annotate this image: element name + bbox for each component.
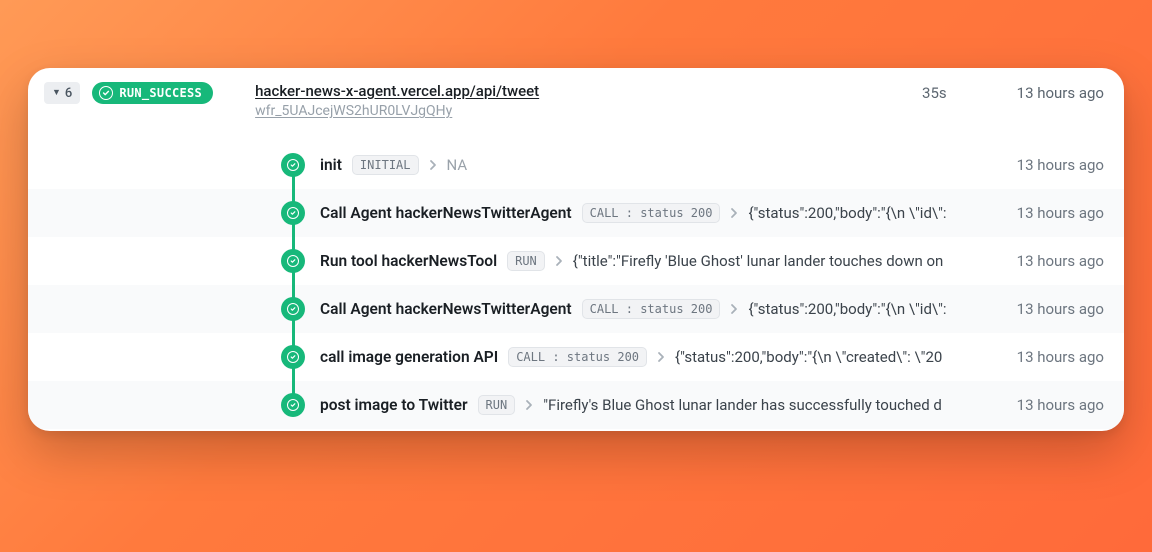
chevron-right-icon bbox=[657, 351, 665, 363]
step-body: Call Agent hackerNewsTwitterAgent CALL : … bbox=[280, 203, 1009, 223]
chevron-right-icon bbox=[429, 159, 437, 171]
step-time: 13 hours ago bbox=[1009, 300, 1104, 318]
run-id-link[interactable]: wfr_5UAJcejWS2hUR0LVJgQHy bbox=[255, 103, 452, 119]
step-row[interactable]: Call Agent hackerNewsTwitterAgent CALL : … bbox=[28, 285, 1124, 333]
step-success-icon bbox=[281, 345, 305, 369]
chevron-right-icon bbox=[555, 255, 563, 267]
step-success-icon bbox=[281, 201, 305, 225]
steps-list: initINITIALNA13 hours agoCall Agent hack… bbox=[28, 131, 1124, 431]
step-type-badge: INITIAL bbox=[352, 155, 419, 175]
step-body: post image to Twitter RUN "Firefly's Blue … bbox=[280, 395, 1009, 415]
step-row[interactable]: Run tool hackerNewsTool RUN {"title":"Fire… bbox=[28, 237, 1124, 285]
step-success-icon bbox=[281, 153, 305, 177]
step-name: post image to Twitter bbox=[320, 396, 468, 414]
step-output: {"status":200,"body":"{\n \"id\": bbox=[748, 204, 1008, 222]
check-circle-icon bbox=[99, 86, 113, 100]
run-age: 13 hours ago bbox=[1017, 84, 1104, 102]
step-name: Call Agent hackerNewsTwitterAgent bbox=[320, 204, 572, 222]
step-name: call image generation API bbox=[320, 348, 498, 366]
step-output: {"status":200,"body":"{\n \"created\": \… bbox=[675, 348, 1009, 366]
step-type-badge: RUN bbox=[478, 395, 516, 415]
chevron-right-icon bbox=[525, 399, 533, 411]
step-body: call image generation API CALL : status 2… bbox=[280, 347, 1009, 367]
step-body: Call Agent hackerNewsTwitterAgent CALL : … bbox=[280, 299, 1009, 319]
chevron-right-icon bbox=[730, 303, 738, 315]
caret-down-icon: ▼ bbox=[52, 89, 61, 98]
step-row[interactable]: call image generation API CALL : status 2… bbox=[28, 333, 1124, 381]
step-type-badge: CALL : status 200 bbox=[582, 299, 721, 319]
step-name: Call Agent hackerNewsTwitterAgent bbox=[320, 300, 572, 318]
run-meta: 35s 13 hours ago bbox=[922, 82, 1104, 102]
step-name: init bbox=[320, 156, 342, 174]
step-success-icon bbox=[281, 297, 305, 321]
step-row[interactable]: init INITIAL NA13 hours ago bbox=[28, 141, 1124, 189]
expand-count-pill[interactable]: ▼ 6 bbox=[44, 82, 80, 104]
step-success-icon bbox=[281, 249, 305, 273]
step-type-badge: CALL : status 200 bbox=[508, 347, 647, 367]
run-panel: ▼ 6 RUN_SUCCESS hacker-news-x-agent.verc… bbox=[28, 68, 1124, 431]
step-body: Run tool hackerNewsTool RUN {"title":"Fire… bbox=[280, 251, 1009, 271]
step-time: 13 hours ago bbox=[1009, 348, 1104, 366]
step-row[interactable]: Call Agent hackerNewsTwitterAgent CALL : … bbox=[28, 189, 1124, 237]
step-success-icon bbox=[281, 393, 305, 417]
step-type-badge: CALL : status 200 bbox=[582, 203, 721, 223]
run-header: ▼ 6 RUN_SUCCESS hacker-news-x-agent.verc… bbox=[28, 68, 1124, 131]
step-time: 13 hours ago bbox=[1009, 252, 1104, 270]
step-row[interactable]: post image to Twitter RUN "Firefly's Blue … bbox=[28, 381, 1124, 429]
step-output: {"status":200,"body":"{\n \"id\": bbox=[748, 300, 1008, 318]
step-output: {"title":"Firefly 'Blue Ghost' lunar lan… bbox=[573, 252, 1009, 270]
step-time: 13 hours ago bbox=[1009, 204, 1104, 222]
run-title-block: hacker-news-x-agent.vercel.app/api/tweet… bbox=[225, 82, 910, 119]
status-badge: RUN_SUCCESS bbox=[92, 82, 213, 104]
step-body: init INITIAL NA bbox=[280, 155, 1009, 175]
step-time: 13 hours ago bbox=[1009, 396, 1104, 414]
run-duration: 35s bbox=[922, 84, 947, 102]
step-name: Run tool hackerNewsTool bbox=[320, 252, 497, 270]
step-type-badge: RUN bbox=[507, 251, 545, 271]
chevron-right-icon bbox=[730, 207, 738, 219]
step-count: 6 bbox=[65, 86, 72, 101]
step-output: "Firefly's Blue Ghost lunar lander has s… bbox=[543, 396, 1008, 414]
run-url-link[interactable]: hacker-news-x-agent.vercel.app/api/tweet bbox=[255, 82, 539, 100]
step-time: 13 hours ago bbox=[1009, 156, 1104, 174]
status-label: RUN_SUCCESS bbox=[119, 86, 202, 100]
step-output: NA bbox=[447, 156, 1009, 174]
